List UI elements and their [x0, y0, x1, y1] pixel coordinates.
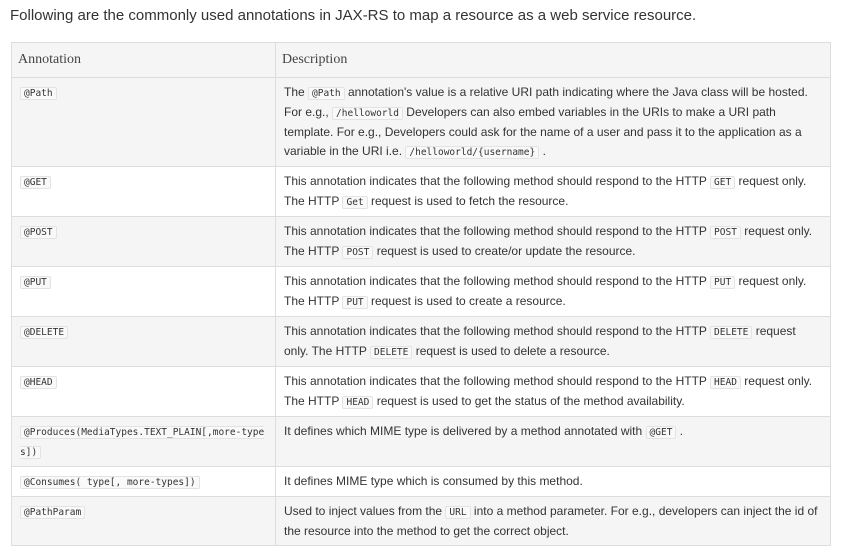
table-row: @POST This annotation indicates that the … — [11, 216, 831, 267]
table-header-row: Annotation Description — [11, 42, 831, 78]
inline-code: /helloworld — [332, 107, 403, 120]
annotation-code: @PathParam — [20, 506, 86, 519]
inline-code: PUT — [342, 296, 368, 309]
annotation-code: @PUT — [20, 276, 51, 289]
description-cell: The @Path annotation's value is a relati… — [275, 77, 831, 167]
header-description: Description — [275, 42, 831, 78]
table-row: @Path The @Path annotation's value is a r… — [11, 77, 831, 167]
annotation-cell: @HEAD — [11, 366, 276, 417]
inline-code: /helloworld/{username} — [405, 146, 540, 159]
inline-code: @GET — [645, 426, 677, 439]
description-cell: It defines which MIME type is delivered … — [275, 416, 831, 467]
inline-code: DELETE — [710, 326, 753, 339]
annotation-code: @Consumes( type[, more-types]) — [20, 476, 200, 489]
description-cell: This annotation indicates that the follo… — [275, 166, 831, 217]
annotation-code: @DELETE — [20, 326, 69, 339]
inline-code: DELETE — [370, 346, 413, 359]
table-row: @DELETE This annotation indicates that th… — [11, 316, 831, 367]
description-cell: Used to inject values from the URL into … — [275, 496, 831, 546]
inline-code: HEAD — [710, 376, 741, 389]
annotation-cell: @PUT — [11, 266, 276, 317]
annotation-cell: @GET — [11, 166, 276, 217]
inline-code: POST — [710, 226, 741, 239]
table-row: @HEAD This annotation indicates that the … — [11, 366, 831, 417]
annotation-code: @HEAD — [20, 376, 57, 389]
description-cell: It defines MIME type which is consumed b… — [275, 466, 831, 497]
table-row: @Consumes( type[, more-types]) It defines… — [11, 466, 831, 497]
header-annotation: Annotation — [11, 42, 276, 78]
annotation-code: @Path — [20, 87, 57, 100]
inline-code: URL — [445, 506, 471, 519]
annotation-code: @Produces(MediaTypes.TEXT_PLAIN[,more-ty… — [20, 426, 265, 459]
annotation-cell: @DELETE — [11, 316, 276, 367]
annotation-cell: @Consumes( type[, more-types]) — [11, 466, 276, 497]
annotation-cell: @Path — [11, 77, 276, 167]
description-cell: This annotation indicates that the follo… — [275, 266, 831, 317]
table-row: @PathParam Used to inject values from the… — [11, 496, 831, 546]
inline-code: POST — [342, 246, 374, 259]
inline-code: @Path — [308, 87, 345, 100]
inline-code: HEAD — [342, 396, 374, 409]
table-row: @GET This annotation indicates that the f… — [11, 166, 831, 217]
annotations-table: Annotation Description @Path The @Path an… — [11, 42, 831, 546]
annotation-cell: @Produces(MediaTypes.TEXT_PLAIN[,more-ty… — [11, 416, 276, 467]
description-cell: This annotation indicates that the follo… — [275, 216, 831, 267]
inline-code: GET — [710, 176, 736, 189]
annotation-code: @POST — [20, 226, 57, 239]
annotation-cell: @POST — [11, 216, 276, 267]
intro-text: Following are the commonly used annotati… — [10, 7, 697, 24]
table-row: @Produces(MediaTypes.TEXT_PLAIN[,more-ty… — [11, 416, 831, 467]
annotation-cell: @PathParam — [11, 496, 276, 546]
table-row: @PUT This annotation indicates that the f… — [11, 266, 831, 317]
description-cell: This annotation indicates that the follo… — [275, 366, 831, 417]
annotation-code: @GET — [20, 176, 51, 189]
inline-code: Get — [342, 196, 368, 209]
inline-code: PUT — [710, 276, 736, 289]
description-cell: This annotation indicates that the follo… — [275, 316, 831, 367]
